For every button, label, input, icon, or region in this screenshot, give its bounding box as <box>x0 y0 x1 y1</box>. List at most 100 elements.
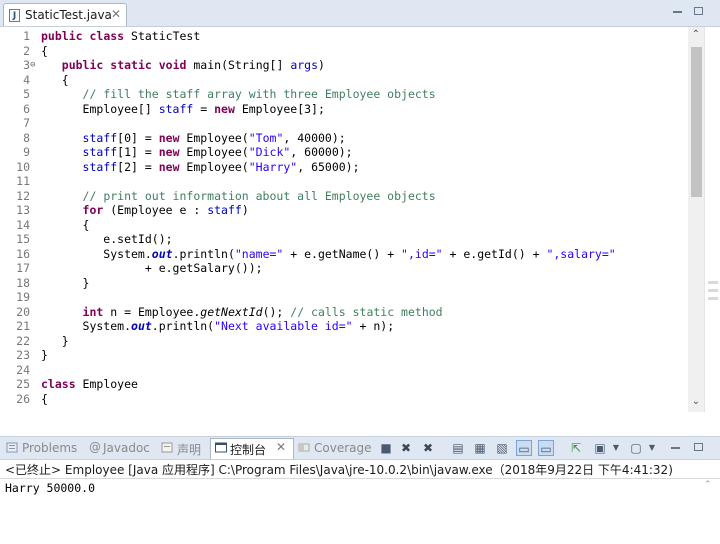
code-line[interactable]: 3 ⊖ public static void main(String[] args… <box>0 58 688 73</box>
close-icon[interactable]: ✕ <box>276 440 286 454</box>
clear-console-icon[interactable]: ▤ <box>450 440 466 456</box>
code-line[interactable]: 19 <box>0 290 688 305</box>
line-number: 14 <box>16 217 30 232</box>
code-line[interactable]: 18 } <box>0 276 688 291</box>
console-status-line: <已终止> Employee [Java 应用程序] C:\Program Fi… <box>0 460 720 479</box>
code-line[interactable]: 5 // fill the staff array with three Emp… <box>0 87 688 102</box>
console-process-label: <已终止> Employee [Java 应用程序] C:\Program Fi… <box>5 463 673 477</box>
code-line[interactable]: 13 for (Employee e : staff) <box>0 203 688 218</box>
editor-vertical-scrollbar[interactable]: ⌃ ⌄ <box>688 27 704 412</box>
scrollbar-thumb[interactable] <box>691 47 702 197</box>
minimize-icon[interactable] <box>670 442 682 454</box>
line-number: 15 <box>16 232 30 246</box>
tab-console[interactable]: 控制台 <box>230 441 266 458</box>
remove-launch-icon[interactable]: ✖ <box>398 440 414 456</box>
code-text: staff[2] = new Employee("Harry", 65000); <box>82 159 360 174</box>
code-line[interactable]: 23} <box>0 348 688 363</box>
tab-coverage[interactable]: Coverage <box>314 441 372 455</box>
close-icon[interactable]: ✕ <box>111 7 121 21</box>
display-console-icon[interactable]: ▣ <box>592 440 608 456</box>
code-line[interactable]: 20 int n = Employee.getNextId(); // call… <box>0 305 688 320</box>
code-text: staff[1] = new Employee("Dick", 60000); <box>82 145 353 159</box>
line-number: 20 <box>16 304 30 319</box>
code-line[interactable]: 24 <box>0 363 688 378</box>
code-line[interactable]: 4 { <box>0 73 688 88</box>
console-tabbar: Problems @ Javadoc 声明 控制台 ✕ Coverage ■ ✖… <box>0 436 720 460</box>
open-console-icon[interactable]: ▢ <box>628 440 644 456</box>
show-on-stdout-icon[interactable]: ▭ <box>516 440 532 456</box>
line-number: 11 <box>16 174 30 188</box>
line-number: 26 <box>16 391 30 406</box>
editor-tab-label: StaticTest.java <box>25 8 112 22</box>
word-wrap-icon[interactable]: ▧ <box>494 440 510 456</box>
line-number: 24 <box>16 362 30 377</box>
line-number: 10 <box>16 159 30 174</box>
java-file-icon: J <box>9 9 20 22</box>
code-text: System.out.println("name=" + e.getName()… <box>41 246 616 261</box>
line-number: 8 <box>23 130 30 145</box>
code-line[interactable]: 7 <box>0 116 688 131</box>
problems-icon <box>6 442 18 453</box>
code-line[interactable]: 17 + e.getSalary()); <box>0 261 688 276</box>
code-line[interactable]: 22 } <box>0 334 688 349</box>
line-number: 19 <box>16 290 30 304</box>
code-text: } <box>41 275 90 290</box>
code-line[interactable]: 9 staff[1] = new Employee("Dick", 60000)… <box>0 145 688 160</box>
maximize-icon[interactable] <box>694 443 703 451</box>
console-scroll-up-icon[interactable]: ⌃ <box>704 480 718 492</box>
code-editor[interactable]: 1 public class StaticTest 2{3 ⊖ public stat… <box>0 27 688 412</box>
code-line[interactable]: 25 class Employee <box>0 377 688 392</box>
show-on-stderr-icon[interactable]: ▭ <box>538 440 554 456</box>
tab-problems[interactable]: Problems <box>22 441 77 455</box>
chevron-down-icon[interactable]: ▼ <box>644 440 660 456</box>
chevron-down-icon[interactable]: ▼ <box>608 440 624 456</box>
code-line[interactable]: 14 { <box>0 218 688 233</box>
fold-icon[interactable]: ⊖ <box>30 58 35 73</box>
line-number: 13 <box>16 203 30 217</box>
code-text: e.setId(); <box>41 232 173 246</box>
code-text: // fill the staff array with three Emplo… <box>82 87 436 101</box>
line-number: 5 <box>23 87 30 101</box>
code-text: staff[0] = new Employee("Tom", 40000); <box>82 130 346 145</box>
code-line[interactable]: 16 System.out.println("name=" + e.getNam… <box>0 247 688 262</box>
code-line[interactable]: 2{ <box>0 44 688 59</box>
scroll-up-icon[interactable]: ⌃ <box>688 29 704 40</box>
code-line[interactable]: 15 e.setId(); <box>0 232 688 247</box>
code-text: } <box>41 333 69 348</box>
code-line[interactable]: 12 // print out information about all Em… <box>0 189 688 204</box>
pin-console-icon[interactable]: ⇱ <box>568 440 584 456</box>
maximize-icon[interactable] <box>694 7 703 15</box>
code-text: public class StaticTest <box>41 29 201 43</box>
terminate-icon[interactable]: ■ <box>378 440 394 456</box>
tab-declaration[interactable]: 声明 <box>177 441 201 458</box>
coverage-icon <box>298 443 310 452</box>
code-line[interactable]: 6 Employee[] staff = new Employee[3]; <box>0 102 688 117</box>
code-line[interactable]: 11 <box>0 174 688 189</box>
line-number: 25 <box>16 377 30 391</box>
code-text: + e.getSalary()); <box>41 261 263 275</box>
console-output[interactable]: Harry 50000.0 <box>0 479 720 544</box>
line-number: 23 <box>16 348 30 362</box>
remove-all-icon[interactable]: ✖ <box>420 440 436 456</box>
code-line[interactable]: 21 System.out.println("Next available id… <box>0 319 688 334</box>
code-line[interactable]: 10 staff[2] = new Employee("Harry", 6500… <box>0 160 688 175</box>
line-number: 17 <box>16 261 30 275</box>
line-number: 9 <box>23 145 30 159</box>
overview-ruler <box>704 27 720 412</box>
console-icon <box>215 442 227 453</box>
scroll-lock-icon[interactable]: ▦ <box>472 440 488 456</box>
overview-mark <box>708 289 718 292</box>
code-text: { <box>41 72 69 87</box>
code-line[interactable]: 26 { <box>0 392 688 407</box>
minimize-icon[interactable] <box>672 6 684 18</box>
overview-mark <box>708 297 718 300</box>
tab-javadoc[interactable]: Javadoc <box>103 441 150 455</box>
scroll-down-icon[interactable]: ⌄ <box>688 396 704 407</box>
code-text: } <box>41 348 48 362</box>
code-line[interactable]: 1 public class StaticTest <box>0 29 688 44</box>
editor-tab-static-test[interactable]: J StaticTest.java ✕ <box>3 3 127 26</box>
javadoc-icon: @ <box>89 440 101 454</box>
code-line[interactable]: 8 staff[0] = new Employee("Tom", 40000); <box>0 131 688 146</box>
line-number: 1 <box>23 29 30 43</box>
code-text: { <box>41 217 90 232</box>
